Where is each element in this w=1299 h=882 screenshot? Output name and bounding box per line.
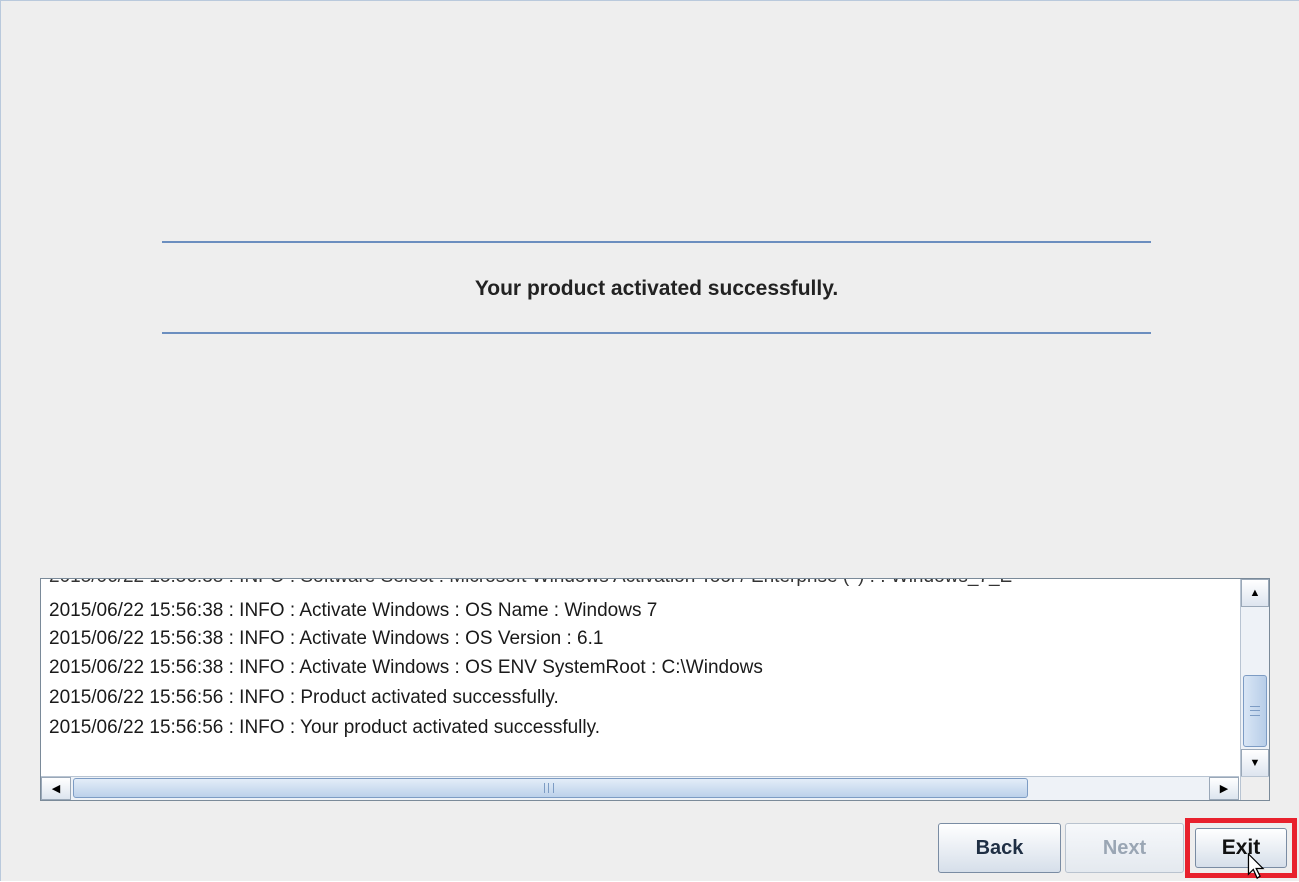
scroll-left-icon[interactable]: ◀ [41, 777, 71, 800]
grip-icon [544, 783, 554, 793]
separator-bottom [162, 332, 1151, 334]
scroll-down-icon[interactable]: ▼ [1241, 749, 1269, 777]
next-button[interactable]: Next [1065, 823, 1184, 873]
scroll-right-icon[interactable]: ▶ [1209, 777, 1239, 800]
log-content: 2015/06/22 15:56:38 : INFO : Software Se… [41, 579, 1239, 777]
log-line: 2015/06/22 15:56:56 : INFO : Product act… [49, 687, 559, 708]
grip-icon [1250, 706, 1260, 716]
scrollbar-corner [1240, 776, 1269, 800]
horizontal-scrollbar[interactable]: ◀ ▶ [41, 776, 1239, 800]
horizontal-scroll-thumb[interactable] [73, 778, 1028, 798]
activation-window: Your product activated successfully. 201… [0, 0, 1299, 881]
mouse-cursor-icon [1247, 852, 1265, 880]
log-line: 2015/06/22 15:56:38 : INFO : Activate Wi… [49, 628, 604, 649]
separator-top [162, 241, 1151, 243]
log-line: 2015/06/22 15:56:38 : INFO : Activate Wi… [49, 657, 763, 678]
scroll-up-icon[interactable]: ▲ [1241, 579, 1269, 607]
log-line: 2015/06/22 15:56:56 : INFO : Your produc… [49, 717, 600, 738]
vertical-scroll-thumb[interactable] [1243, 675, 1267, 747]
log-panel[interactable]: 2015/06/22 15:56:38 : INFO : Software Se… [40, 578, 1270, 801]
status-message: Your product activated successfully. [474, 277, 839, 300]
log-line: 2015/06/22 15:56:38 : INFO : Activate Wi… [49, 600, 658, 621]
vertical-scrollbar[interactable]: ▲ ▼ [1240, 579, 1269, 777]
back-button[interactable]: Back [938, 823, 1061, 873]
log-line-partial: 2015/06/22 15:56:38 : INFO : Software Se… [49, 579, 1012, 589]
